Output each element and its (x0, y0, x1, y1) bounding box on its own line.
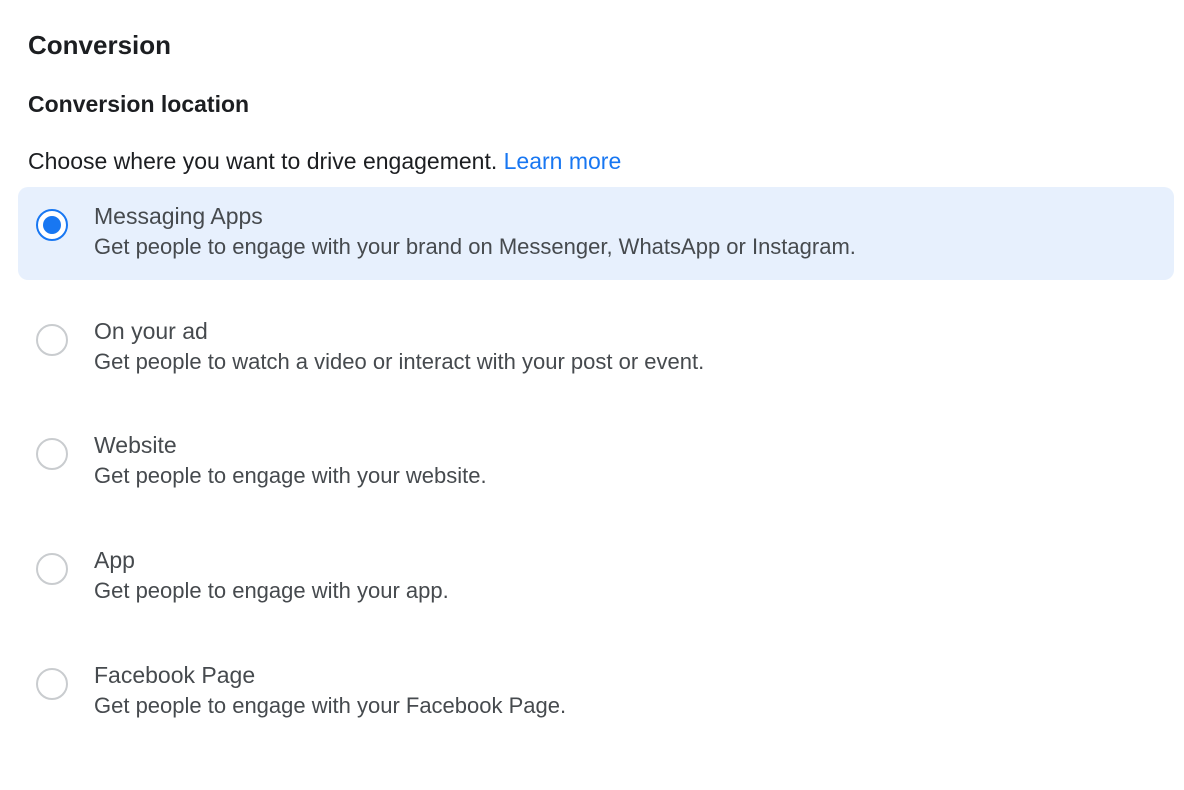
option-on-your-ad[interactable]: On your ad Get people to watch a video o… (18, 302, 1174, 395)
option-title: Facebook Page (94, 662, 1152, 689)
description-text: Choose where you want to drive engagemen… (28, 148, 1174, 175)
radio-dot-icon (43, 216, 61, 234)
option-title: Messaging Apps (94, 203, 1152, 230)
option-text: On your ad Get people to watch a video o… (94, 318, 1152, 377)
option-desc: Get people to watch a video or interact … (94, 347, 1152, 377)
radio-button[interactable] (36, 209, 68, 241)
option-desc: Get people to engage with your Facebook … (94, 691, 1152, 721)
subsection-title: Conversion location (28, 91, 1174, 118)
option-text: Messaging Apps Get people to engage with… (94, 203, 1152, 262)
learn-more-link[interactable]: Learn more (504, 148, 622, 174)
radio-button[interactable] (36, 438, 68, 470)
option-title: App (94, 547, 1152, 574)
option-title: Website (94, 432, 1152, 459)
option-title: On your ad (94, 318, 1152, 345)
option-text: App Get people to engage with your app. (94, 547, 1152, 606)
option-facebook-page[interactable]: Facebook Page Get people to engage with … (18, 646, 1174, 739)
option-text: Website Get people to engage with your w… (94, 432, 1152, 491)
radio-button[interactable] (36, 553, 68, 585)
radio-button[interactable] (36, 324, 68, 356)
option-desc: Get people to engage with your app. (94, 576, 1152, 606)
option-website[interactable]: Website Get people to engage with your w… (18, 416, 1174, 509)
option-text: Facebook Page Get people to engage with … (94, 662, 1152, 721)
option-app[interactable]: App Get people to engage with your app. (18, 531, 1174, 624)
conversion-location-options: Messaging Apps Get people to engage with… (18, 187, 1174, 738)
description-content: Choose where you want to drive engagemen… (28, 148, 504, 174)
section-title: Conversion (28, 30, 1174, 61)
option-desc: Get people to engage with your website. (94, 461, 1152, 491)
option-messaging-apps[interactable]: Messaging Apps Get people to engage with… (18, 187, 1174, 280)
option-desc: Get people to engage with your brand on … (94, 232, 1152, 262)
radio-button[interactable] (36, 668, 68, 700)
